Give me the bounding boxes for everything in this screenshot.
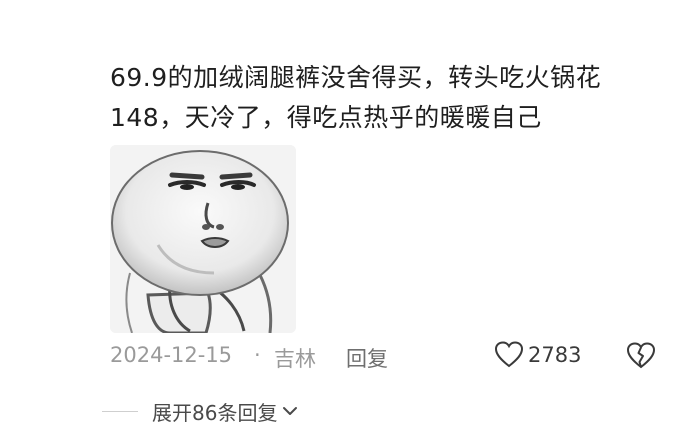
dislike-button[interactable] [625, 340, 657, 372]
meme-sticker-image[interactable] [110, 145, 296, 333]
broken-heart-icon [626, 342, 656, 369]
like-button[interactable]: 2783 [494, 340, 581, 370]
comment-body: 69.9的加绒阔腿裤没舍得买，转头吃火锅花 148，天冷了，得吃点热乎的暖暖自己 [110, 58, 670, 138]
expand-replies-button[interactable]: 展开86条回复 [102, 396, 299, 426]
meme-face-icon [110, 145, 296, 333]
comment-meta-row: 2024-12-15 · 吉林 回复 2783 [110, 340, 670, 374]
expand-replies-label: 展开86条回复 [152, 400, 278, 425]
reply-button[interactable]: 回复 [346, 343, 388, 373]
like-count: 2783 [528, 343, 582, 367]
comment-location: 吉林 [274, 347, 316, 371]
chevron-down-icon [281, 402, 299, 420]
heart-icon [494, 340, 524, 370]
comment-date: 2024-12-15 [110, 343, 233, 367]
comment-text: 69.9的加绒阔腿裤没舍得买，转头吃火锅花 148，天冷了，得吃点热乎的暖暖自己 [110, 63, 602, 132]
expand-divider-line [102, 410, 138, 412]
meta-separator: · [254, 343, 261, 367]
